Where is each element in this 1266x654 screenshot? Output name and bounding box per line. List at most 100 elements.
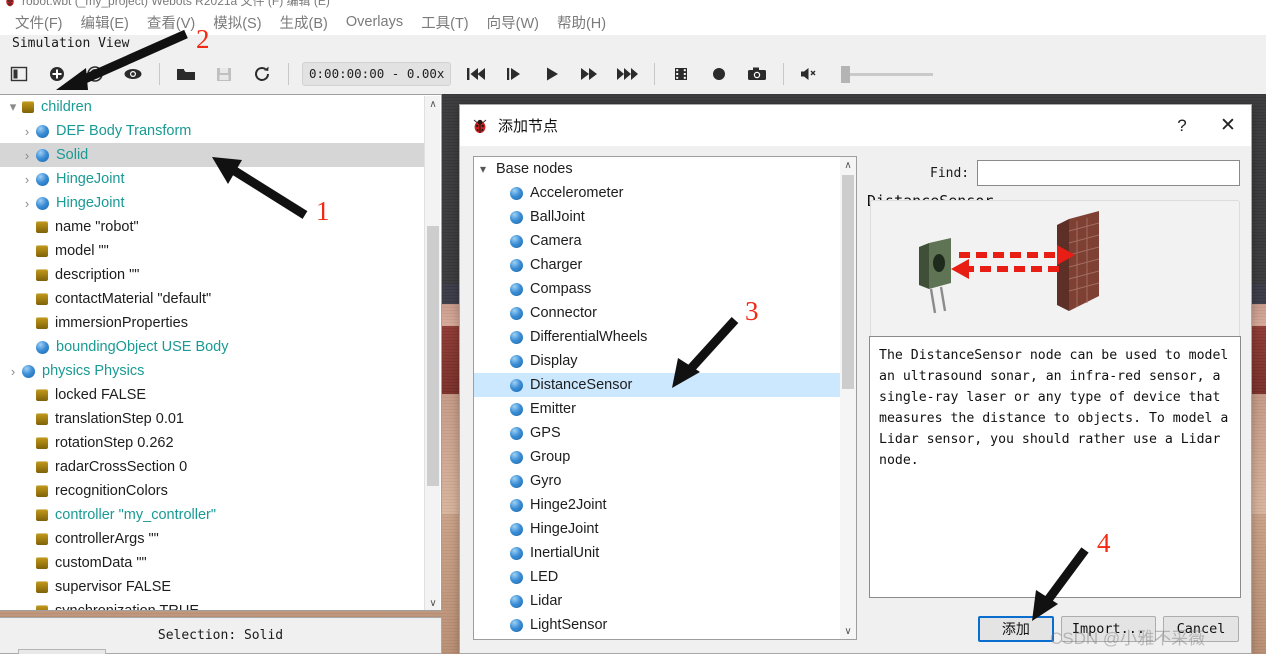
node-list-group-base-nodes[interactable]: ▾ Base nodes: [474, 157, 856, 181]
scrollbar-thumb[interactable]: [427, 226, 439, 486]
simulation-toolbar: 0:00:00:00 - 0.00x: [0, 53, 1266, 94]
expander-icon[interactable]: ▾: [480, 162, 496, 176]
node-list-item[interactable]: Gyro: [474, 469, 856, 493]
transform-icon[interactable]: [76, 57, 114, 91]
scene-tree-row[interactable]: model "": [0, 239, 424, 263]
open-world-icon[interactable]: [167, 57, 205, 91]
node-list-item[interactable]: Camera: [474, 229, 856, 253]
node-list-item[interactable]: Display: [474, 349, 856, 373]
scene-tree-row[interactable]: › physics Physics: [0, 359, 424, 383]
movie-icon[interactable]: [662, 57, 700, 91]
status-tab[interactable]: [18, 649, 106, 654]
realtime-icon[interactable]: [609, 57, 647, 91]
menu-item-help[interactable]: 帮助(H): [548, 10, 615, 35]
eye-icon[interactable]: [114, 57, 152, 91]
scene-tree-panel[interactable]: ▾ children › DEF Body Transform › Solid › Hinge…: [0, 94, 442, 611]
scene-tree-row[interactable]: radarCrossSection 0: [0, 455, 424, 479]
scene-tree-row[interactable]: recognitionColors: [0, 479, 424, 503]
find-input[interactable]: [977, 160, 1240, 186]
scene-tree-row[interactable]: supervisor FALSE: [0, 575, 424, 599]
scene-tree-row[interactable]: contactMaterial "default": [0, 287, 424, 311]
add-node-icon[interactable]: [38, 57, 76, 91]
save-world-icon[interactable]: [205, 57, 243, 91]
node-list-item[interactable]: GPS: [474, 421, 856, 445]
expander-icon[interactable]: ›: [18, 196, 36, 211]
close-button[interactable]: ✕: [1205, 105, 1251, 146]
node-icon: [510, 210, 523, 224]
scroll-up-icon[interactable]: ∧: [425, 96, 441, 112]
scroll-up-icon[interactable]: ∧: [840, 157, 856, 173]
scene-tree-row[interactable]: boundingObject USE Body: [0, 335, 424, 359]
node-list-item[interactable]: Charger: [474, 253, 856, 277]
scene-tree-row[interactable]: › DEF Body Transform: [0, 119, 424, 143]
node-list-item[interactable]: LED: [474, 565, 856, 589]
node-list-item[interactable]: Emitter: [474, 397, 856, 421]
help-button[interactable]: ?: [1159, 105, 1205, 146]
node-list-item[interactable]: Group: [474, 445, 856, 469]
scrollbar-thumb[interactable]: [842, 175, 854, 389]
screenshot-icon[interactable]: [738, 57, 776, 91]
node-list-item[interactable]: Hinge2Joint: [474, 493, 856, 517]
step-icon[interactable]: [495, 57, 533, 91]
volume-handle[interactable]: [841, 65, 851, 83]
node-list-item[interactable]: DistanceSensor: [474, 373, 856, 397]
node-list-item[interactable]: BallJoint: [474, 205, 856, 229]
node-list-item[interactable]: Lidar: [474, 589, 856, 613]
scene-tree-row[interactable]: customData "": [0, 551, 424, 575]
scene-tree-row[interactable]: › HingeJoint: [0, 191, 424, 215]
scene-tree-row[interactable]: ▾ children: [0, 95, 424, 119]
watermark: CSDN @小雅不采薇: [1050, 629, 1206, 648]
fast-forward-icon[interactable]: [571, 57, 609, 91]
menu-item-file[interactable]: 文件(F): [6, 10, 72, 35]
scene-tree-row[interactable]: rotationStep 0.262: [0, 431, 424, 455]
rewind-icon[interactable]: [457, 57, 495, 91]
expander-icon[interactable]: ›: [18, 124, 36, 139]
scene-tree-row[interactable]: name "robot": [0, 215, 424, 239]
scene-tree-row[interactable]: › HingeJoint: [0, 167, 424, 191]
scene-tree-row[interactable]: synchronization TRUE: [0, 599, 424, 610]
menu-item-wizards[interactable]: 向导(W): [478, 10, 548, 35]
menu-item-edit[interactable]: 编辑(E): [72, 10, 138, 35]
scroll-down-icon[interactable]: ∨: [425, 595, 441, 610]
node-list-item[interactable]: Accelerometer: [474, 181, 856, 205]
sound-mute-icon[interactable]: [791, 57, 829, 91]
scene-tree-row[interactable]: description "": [0, 263, 424, 287]
node-icon: [510, 426, 523, 440]
expander-icon[interactable]: ›: [4, 364, 22, 379]
expander-icon[interactable]: ▾: [4, 99, 22, 115]
menu-item-overlays[interactable]: Overlays: [337, 12, 412, 32]
scene-tree-row[interactable]: controllerArgs "": [0, 527, 424, 551]
expander-icon[interactable]: ›: [18, 172, 36, 187]
scene-tree-row[interactable]: › Solid: [0, 143, 424, 167]
add-button[interactable]: 添加: [977, 616, 1054, 642]
scroll-down-icon[interactable]: ∨: [840, 623, 856, 639]
scene-tree-row[interactable]: translationStep 0.01: [0, 407, 424, 431]
node-list-item[interactable]: HingeJoint: [474, 517, 856, 541]
node-list-item[interactable]: LightSensor: [474, 613, 856, 637]
scene-tree-scrollbar[interactable]: ∧ ∨: [424, 96, 441, 610]
expander-icon[interactable]: ›: [18, 148, 36, 163]
add-node-dialog[interactable]: 添加节点 ? ✕ ▾ Base nodes Accelerometer BallJoi…: [459, 104, 1252, 654]
scene-tree-list[interactable]: ▾ children › DEF Body Transform › Solid › Hinge…: [0, 95, 424, 610]
scene-tree-row[interactable]: controller "my_controller": [0, 503, 424, 527]
node-list-item[interactable]: DifferentialWheels: [474, 325, 856, 349]
node-type-list-items[interactable]: ▾ Base nodes Accelerometer BallJoint Camera C…: [474, 157, 856, 637]
node-list-item-label: DistanceSensor: [530, 377, 633, 393]
scene-tree-row[interactable]: locked FALSE: [0, 383, 424, 407]
node-list-item[interactable]: Connector: [474, 301, 856, 325]
menu-item-tools[interactable]: 工具(T): [412, 10, 478, 35]
node-type-list[interactable]: ▾ Base nodes Accelerometer BallJoint Camera C…: [473, 156, 857, 640]
record-icon[interactable]: [700, 57, 738, 91]
menu-item-view[interactable]: 查看(V): [138, 10, 204, 35]
toggle-sidebar-icon[interactable]: [0, 57, 38, 91]
menu-item-build[interactable]: 生成(B): [271, 10, 337, 35]
reload-world-icon[interactable]: [243, 57, 281, 91]
node-list-item[interactable]: Compass: [474, 277, 856, 301]
play-icon[interactable]: [533, 57, 571, 91]
scene-tree-row[interactable]: immersionProperties: [0, 311, 424, 335]
node-icon: [510, 474, 523, 488]
node-list-scrollbar[interactable]: ∧ ∨: [840, 157, 856, 639]
node-list-item[interactable]: InertialUnit: [474, 541, 856, 565]
menu-item-simulation[interactable]: 模拟(S): [204, 10, 270, 35]
volume-slider[interactable]: [841, 63, 934, 85]
